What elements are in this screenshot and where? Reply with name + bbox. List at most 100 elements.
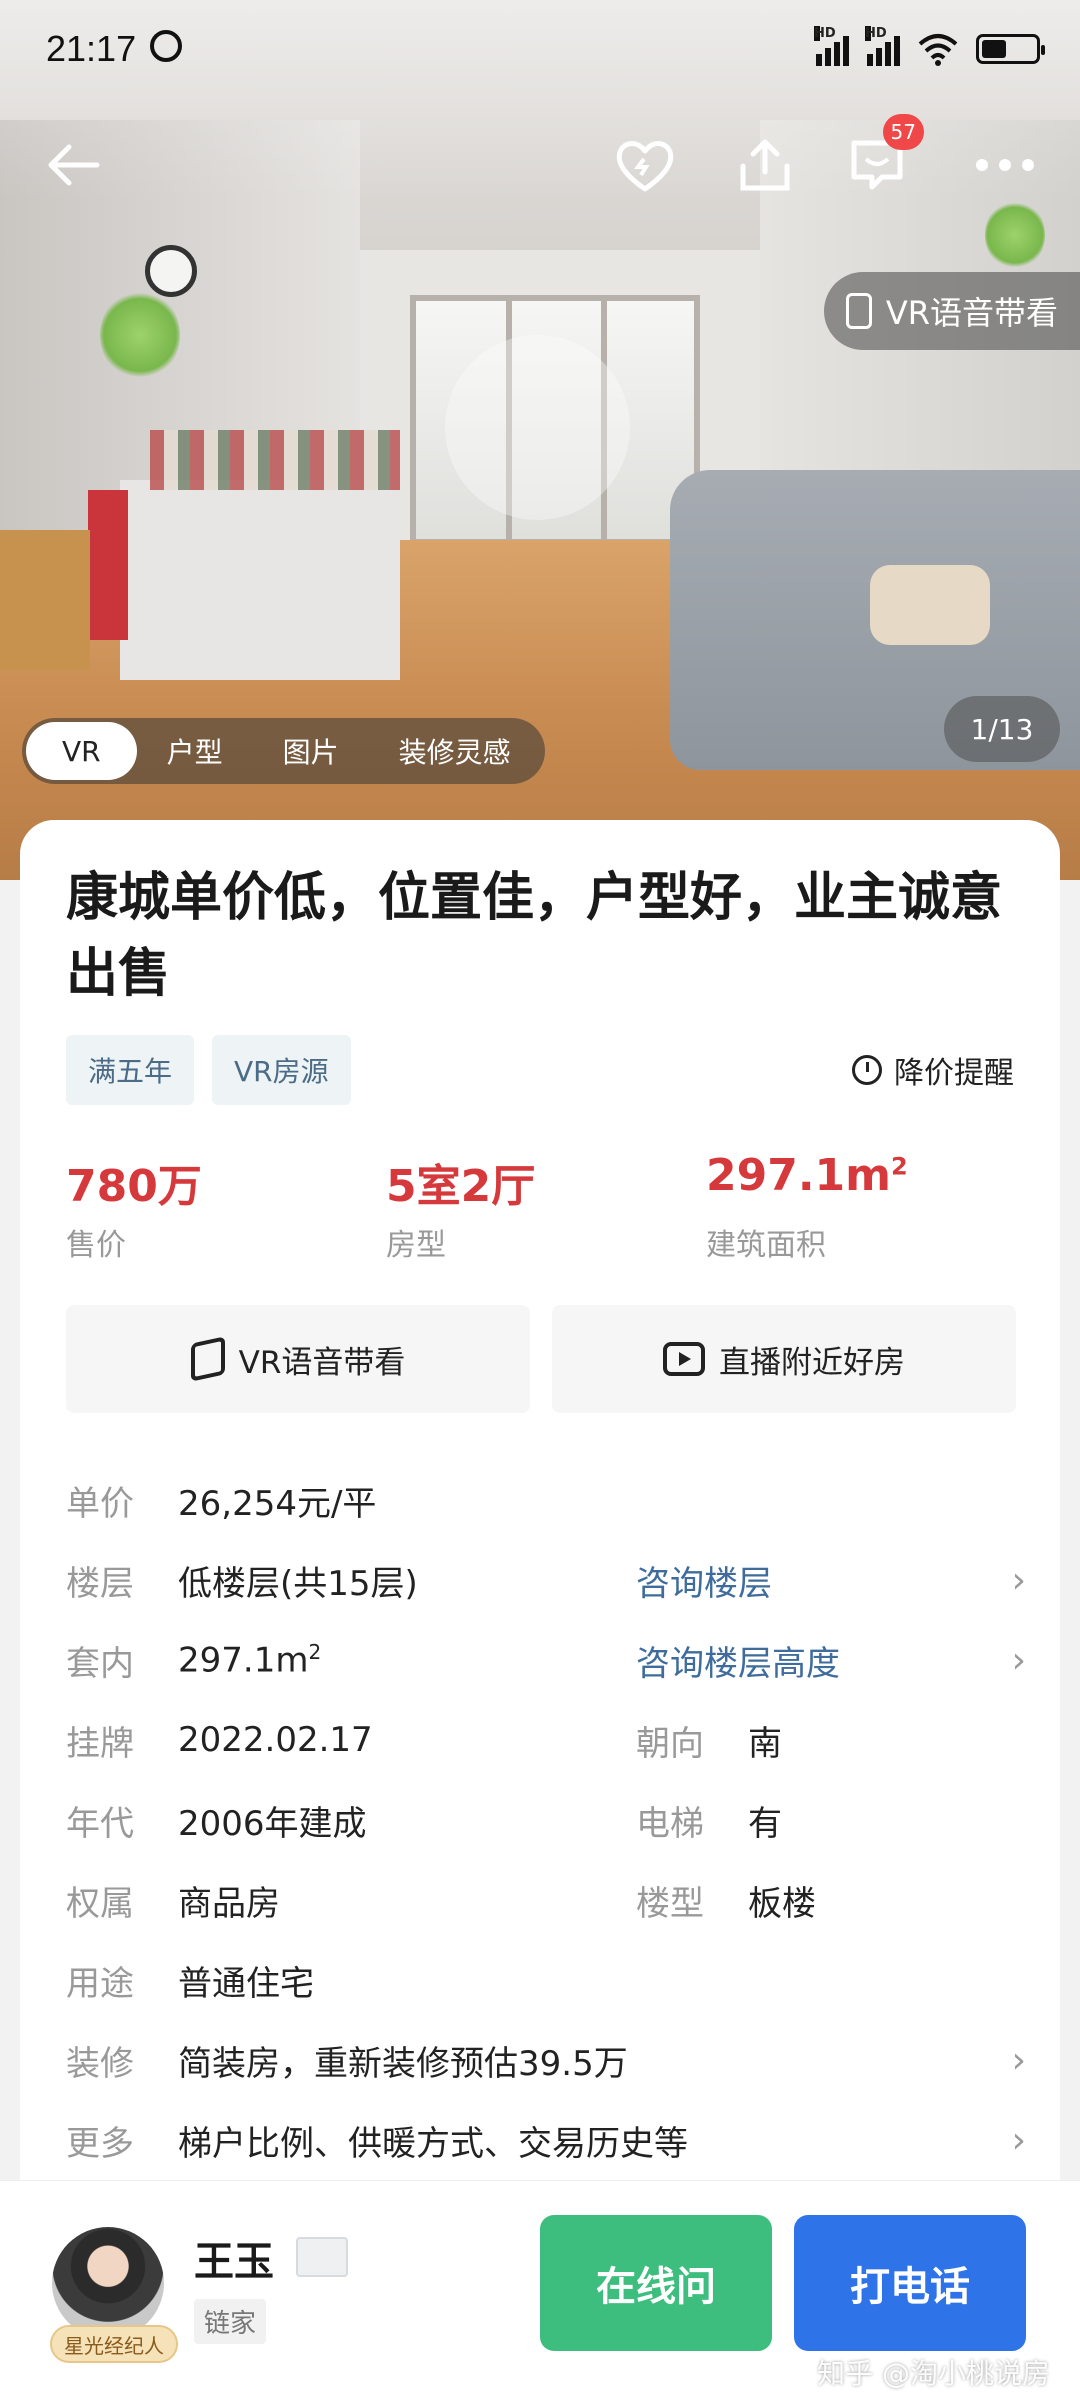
agent-name[interactable]: 王玉 — [194, 2229, 274, 2287]
online-chat-button[interactable]: 在线问 — [540, 2215, 772, 2351]
signal-icon: HD — [814, 26, 849, 66]
stat-area-value: 297.1m2 — [706, 1150, 1026, 1210]
chevron-right-icon: › — [1011, 2119, 1026, 2161]
back-button[interactable] — [38, 130, 108, 200]
detail-row-listed: 挂牌 2022.02.17 朝向 南 — [66, 1700, 1036, 1780]
stat-layout-label: 房型 — [386, 1228, 446, 1263]
key-stats: 780万 售价 5室2厅 房型 297.1m2 建筑面积 — [66, 1150, 1026, 1264]
detail-key: 挂牌 — [66, 1723, 134, 1764]
share-button[interactable] — [730, 130, 800, 200]
consult-floor-height-link[interactable]: 咨询楼层高度 — [636, 1636, 840, 1685]
media-tab-photos[interactable]: 图片 — [253, 722, 369, 780]
detail-value: 2006年建成 — [178, 1803, 367, 1844]
detail-row-decoration[interactable]: 装修 简装房，重新装修预估39.5万 › — [66, 2020, 1036, 2100]
back-arrow-icon — [48, 144, 100, 186]
vr-cube-icon — [190, 1336, 225, 1382]
detail-value: 普通住宅 — [178, 1963, 314, 2004]
call-button[interactable]: 打电话 — [794, 2215, 1026, 2351]
media-tab-decor[interactable]: 装修灵感 — [369, 722, 541, 780]
photo-shelf — [150, 430, 400, 490]
status-icons: HD HD — [814, 26, 1045, 66]
photo-wall-plant — [100, 290, 180, 380]
detail-key: 装修 — [66, 2043, 134, 2084]
photo-red-cabinet — [88, 490, 128, 640]
hd-label: HD — [865, 26, 887, 41]
stat-price: 780万 售价 — [66, 1150, 386, 1264]
detail-key: 更多 — [66, 2123, 134, 2164]
detail-row-ownership: 权属 商品房 楼型 板楼 — [66, 1860, 1036, 1940]
media-tab-floorplan[interactable]: 户型 — [137, 722, 253, 780]
messages-button[interactable]: 57 — [842, 114, 924, 200]
stat-area-label: 建筑面积 — [706, 1228, 826, 1263]
detail-key: 楼型 — [636, 1883, 704, 1924]
detail-row-usage: 用途 普通住宅 — [66, 1940, 1036, 2020]
alarm-status-icon — [150, 30, 182, 62]
listing-tags: 满五年 VR房源 — [66, 1035, 351, 1105]
photo-pillow — [870, 565, 990, 645]
photo-kitchen-counter — [120, 480, 400, 680]
vr-voice-tour-button[interactable]: VR语音带看 — [823, 272, 1080, 350]
detail-key: 套内 — [66, 1643, 134, 1684]
stat-layout-value: 5室2厅 — [386, 1161, 536, 1212]
vr-center-marker[interactable] — [445, 335, 630, 520]
listing-card: 康城单价低，位置佳，户型好，业主诚意出售 满五年 VR房源 降价提醒 780万 … — [20, 820, 1060, 2220]
chevron-right-icon: › — [1011, 2039, 1026, 2081]
media-tab-vr[interactable]: VR — [26, 722, 137, 780]
photo-clock — [145, 245, 197, 297]
detail-value: 南 — [748, 1723, 782, 1764]
tag-five-years: 满五年 — [66, 1035, 195, 1105]
heart-icon — [616, 141, 674, 192]
live-action-label: 直播附近好房 — [719, 1344, 905, 1381]
detail-value: 商品房 — [178, 1883, 280, 1924]
detail-value: 梯户比例、供暖方式、交易历史等 — [178, 2123, 688, 2164]
price-alert-button[interactable]: 降价提醒 — [852, 1048, 1014, 1092]
unread-badge: 57 — [882, 114, 924, 150]
watermark: 知乎 @淘小桃说房 — [817, 2357, 1050, 2390]
chevron-right-icon: › — [1011, 1639, 1026, 1681]
action-buttons: VR语音带看 直播附近好房 — [66, 1305, 1016, 1413]
inner-area-number: 297.1m — [178, 1640, 309, 1681]
alarm-clock-icon — [852, 1055, 882, 1085]
wifi-icon — [918, 34, 958, 66]
detail-key: 用途 — [66, 1963, 134, 2004]
detail-value: 低楼层(共15层) — [178, 1563, 418, 1604]
photo-wall-plant — [985, 200, 1045, 270]
listing-title: 康城单价低，位置佳，户型好，业主诚意出售 — [66, 868, 1003, 1004]
vr-action-label: VR语音带看 — [238, 1344, 406, 1381]
detail-value: 简装房，重新装修预估39.5万 — [178, 2043, 628, 2084]
live-nearby-action[interactable]: 直播附近好房 — [552, 1305, 1016, 1413]
detail-key: 权属 — [66, 1883, 134, 1924]
play-icon — [663, 1342, 705, 1376]
detail-list: 单价 26,254元/平 楼层 低楼层(共15层) 咨询楼层 › 套内 297.… — [66, 1460, 1036, 2180]
business-card-icon[interactable] — [296, 2237, 348, 2277]
vr-voice-tour-action[interactable]: VR语音带看 — [66, 1305, 530, 1413]
detail-value: 有 — [748, 1803, 782, 1844]
detail-row-unit-price: 单价 26,254元/平 — [66, 1460, 1036, 1540]
detail-row-inner-area[interactable]: 套内 297.1m2 咨询楼层高度 › — [66, 1620, 1036, 1700]
more-dots-icon — [976, 159, 1034, 171]
stat-layout: 5室2厅 房型 — [386, 1150, 706, 1264]
detail-row-floor[interactable]: 楼层 低楼层(共15层) 咨询楼层 › — [66, 1540, 1036, 1620]
detail-key: 楼层 — [66, 1563, 134, 1604]
favorite-button[interactable] — [610, 130, 680, 200]
phone-icon — [845, 293, 872, 329]
detail-value: 板楼 — [748, 1883, 816, 1924]
status-time: 21:17 — [46, 28, 137, 69]
consult-floor-link[interactable]: 咨询楼层 — [636, 1556, 772, 1605]
agent-avatar[interactable] — [52, 2227, 164, 2339]
detail-key: 朝向 — [636, 1723, 704, 1764]
more-button[interactable] — [970, 130, 1040, 200]
media-tabs: VR 户型 图片 装修灵感 — [22, 718, 545, 784]
vr-voice-label: VR语音带看 — [885, 294, 1058, 332]
stat-price-value: 780万 — [66, 1161, 202, 1212]
tag-vr-listing: VR房源 — [212, 1035, 351, 1105]
detail-key: 电梯 — [636, 1803, 704, 1844]
detail-row-year: 年代 2006年建成 电梯 有 — [66, 1780, 1036, 1860]
detail-key: 年代 — [66, 1803, 134, 1844]
detail-row-more[interactable]: 更多 梯户比例、供暖方式、交易历史等 › — [66, 2100, 1036, 2180]
share-icon — [740, 139, 790, 191]
stat-price-label: 售价 — [66, 1228, 126, 1263]
detail-value: 2022.02.17 — [178, 1720, 373, 1760]
detail-key: 单价 — [66, 1483, 134, 1524]
hd-label: HD — [814, 26, 836, 41]
